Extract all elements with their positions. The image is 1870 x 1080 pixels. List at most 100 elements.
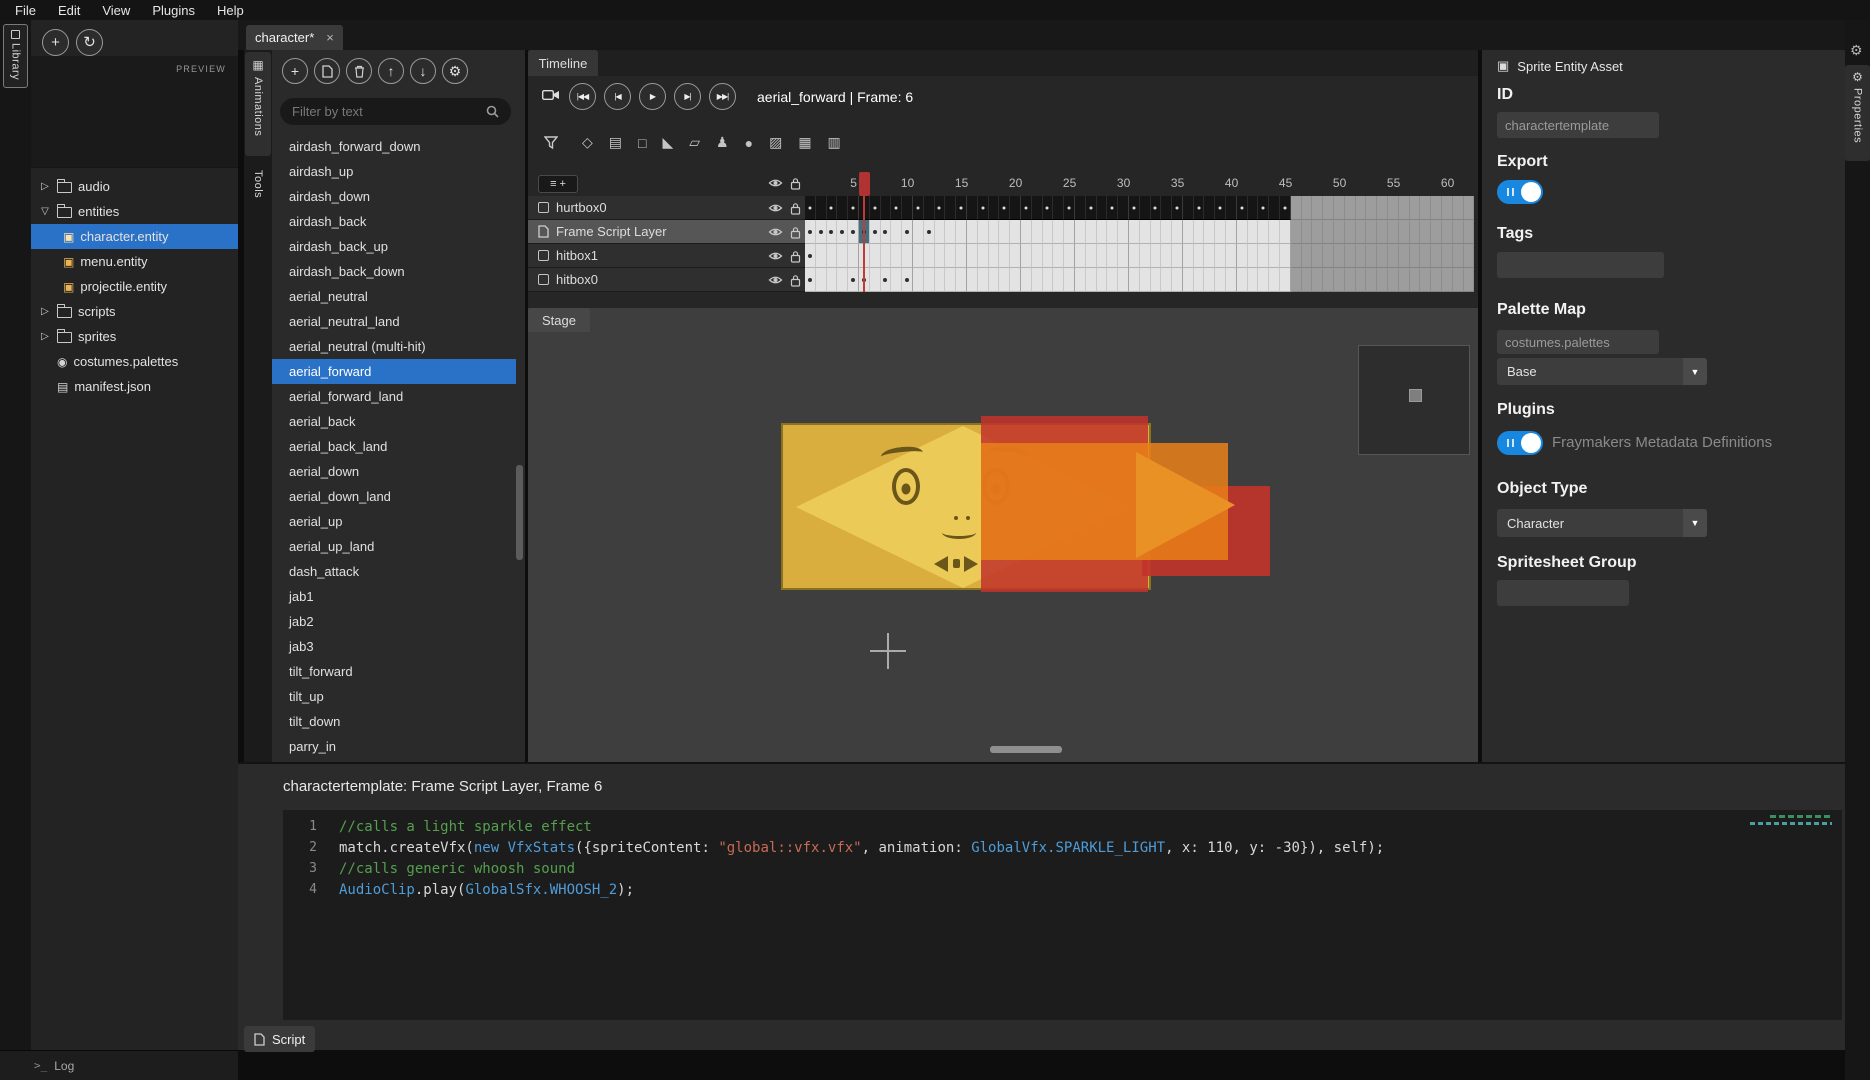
- frame-cell[interactable]: [1366, 220, 1377, 244]
- frame-cell[interactable]: [902, 268, 913, 292]
- tags-input[interactable]: [1497, 252, 1664, 278]
- animation-item[interactable]: tilt_down: [272, 709, 516, 734]
- frame-cell[interactable]: [913, 196, 924, 220]
- frame-cell[interactable]: [827, 196, 838, 220]
- frame-cell[interactable]: [1183, 268, 1194, 292]
- move-down-button[interactable]: ↓: [410, 58, 436, 84]
- layer-row[interactable]: hitbox1: [528, 244, 1478, 268]
- frame-cell[interactable]: [1334, 244, 1345, 268]
- frame-cell[interactable]: [1140, 244, 1151, 268]
- frame-cell[interactable]: [1032, 244, 1043, 268]
- frame-cell[interactable]: [870, 268, 881, 292]
- layer-name-cell[interactable]: hurtbox0: [528, 196, 805, 220]
- frame-cell[interactable]: [1248, 268, 1259, 292]
- animation-item[interactable]: airdash_down: [272, 184, 516, 209]
- frame-cell[interactable]: [999, 268, 1010, 292]
- frame-cell[interactable]: [956, 220, 967, 244]
- grid-icon[interactable]: ▦: [798, 134, 811, 151]
- frame-cell[interactable]: [1280, 196, 1291, 220]
- frame-cell[interactable]: [1453, 244, 1464, 268]
- animation-item[interactable]: aerial_down: [272, 459, 516, 484]
- frame-cell[interactable]: [837, 244, 848, 268]
- object-type-select[interactable]: Character ▼: [1497, 509, 1707, 537]
- animation-item[interactable]: aerial_up_land: [272, 534, 516, 559]
- frame-cell[interactable]: [935, 196, 946, 220]
- frame-ruler[interactable]: ≡+ 51015202530354045505560: [528, 172, 1478, 196]
- frame-cell[interactable]: [1388, 220, 1399, 244]
- frame-cell[interactable]: [1043, 220, 1054, 244]
- export-toggle[interactable]: [1497, 180, 1543, 204]
- frame-cell[interactable]: [1172, 268, 1183, 292]
- frame-cell[interactable]: [1442, 220, 1453, 244]
- frame-cell[interactable]: [978, 268, 989, 292]
- frame-cell[interactable]: [1161, 196, 1172, 220]
- frame-cell[interactable]: [1053, 268, 1064, 292]
- frame-cell[interactable]: [827, 220, 838, 244]
- frame-cell[interactable]: [1097, 220, 1108, 244]
- document-tab[interactable]: character* ×: [246, 25, 343, 50]
- frame-cell[interactable]: [848, 220, 859, 244]
- frame-cell[interactable]: [1420, 220, 1431, 244]
- frame-cell[interactable]: [1226, 220, 1237, 244]
- frame-cell[interactable]: [1269, 196, 1280, 220]
- frame-cell[interactable]: [1356, 268, 1367, 292]
- tag-icon[interactable]: ◇: [582, 134, 593, 151]
- frame-cell[interactable]: [1453, 220, 1464, 244]
- frame-cell[interactable]: [816, 244, 827, 268]
- visibility-icon[interactable]: [768, 203, 783, 213]
- frame-cell[interactable]: [1377, 220, 1388, 244]
- frame-cell[interactable]: [1356, 244, 1367, 268]
- frame-cell[interactable]: [837, 220, 848, 244]
- tools-dock-tab[interactable]: Tools: [245, 164, 271, 222]
- frame-cell[interactable]: [1399, 220, 1410, 244]
- frame-cell[interactable]: [1258, 196, 1269, 220]
- transform-icon[interactable]: ▱: [689, 134, 700, 151]
- frame-cell[interactable]: [805, 220, 816, 244]
- frame-cell[interactable]: [1302, 268, 1313, 292]
- frame-cell[interactable]: [1194, 268, 1205, 292]
- frame-cell[interactable]: [1021, 220, 1032, 244]
- animation-item[interactable]: aerial_up: [272, 509, 516, 534]
- filter-icon[interactable]: [544, 136, 558, 149]
- frame-cell[interactable]: [1258, 268, 1269, 292]
- stage-canvas[interactable]: [528, 332, 1478, 762]
- frame-cell[interactable]: [1129, 244, 1140, 268]
- frame-cell[interactable]: [967, 220, 978, 244]
- columns-icon[interactable]: ▥: [828, 134, 841, 151]
- frame-cell[interactable]: [891, 244, 902, 268]
- frame-cell[interactable]: [1097, 268, 1108, 292]
- frame-cell[interactable]: [935, 268, 946, 292]
- frame-cell[interactable]: [1269, 268, 1280, 292]
- frame-cell[interactable]: [1334, 268, 1345, 292]
- frame-cell[interactable]: [1377, 196, 1388, 220]
- prev-frame-button[interactable]: |◀: [604, 83, 631, 110]
- frame-cell[interactable]: [1053, 244, 1064, 268]
- log-bar[interactable]: >_ Log: [0, 1050, 238, 1080]
- frame-cell[interactable]: [1323, 244, 1334, 268]
- frame-cell[interactable]: [1021, 196, 1032, 220]
- frame-cell[interactable]: [881, 196, 892, 220]
- frame-cell[interactable]: [827, 268, 838, 292]
- lock-icon[interactable]: [790, 250, 801, 263]
- tree-item-manifest-json[interactable]: ▤manifest.json: [31, 374, 238, 399]
- frame-cell[interactable]: [1161, 244, 1172, 268]
- frame-cell[interactable]: [805, 268, 816, 292]
- frame-cell[interactable]: [945, 220, 956, 244]
- frame-cell[interactable]: [1334, 220, 1345, 244]
- frame-cell[interactable]: [1086, 196, 1097, 220]
- frame-cell[interactable]: [1215, 244, 1226, 268]
- frame-cell[interactable]: [1269, 220, 1280, 244]
- frame-cell[interactable]: [1366, 268, 1377, 292]
- frame-cell[interactable]: [1442, 196, 1453, 220]
- frame-cell[interactable]: [870, 244, 881, 268]
- frame-cell[interactable]: [1151, 244, 1162, 268]
- frame-cell[interactable]: [1107, 220, 1118, 244]
- frame-cell[interactable]: [1107, 196, 1118, 220]
- expand-arrow-icon[interactable]: ▷: [39, 306, 51, 317]
- frame-cell[interactable]: [913, 244, 924, 268]
- frame-cell[interactable]: [1086, 220, 1097, 244]
- frame-cell[interactable]: [989, 220, 1000, 244]
- close-tab-icon[interactable]: ×: [326, 30, 334, 45]
- frame-cell[interactable]: [1302, 196, 1313, 220]
- frame-cell[interactable]: [1291, 244, 1302, 268]
